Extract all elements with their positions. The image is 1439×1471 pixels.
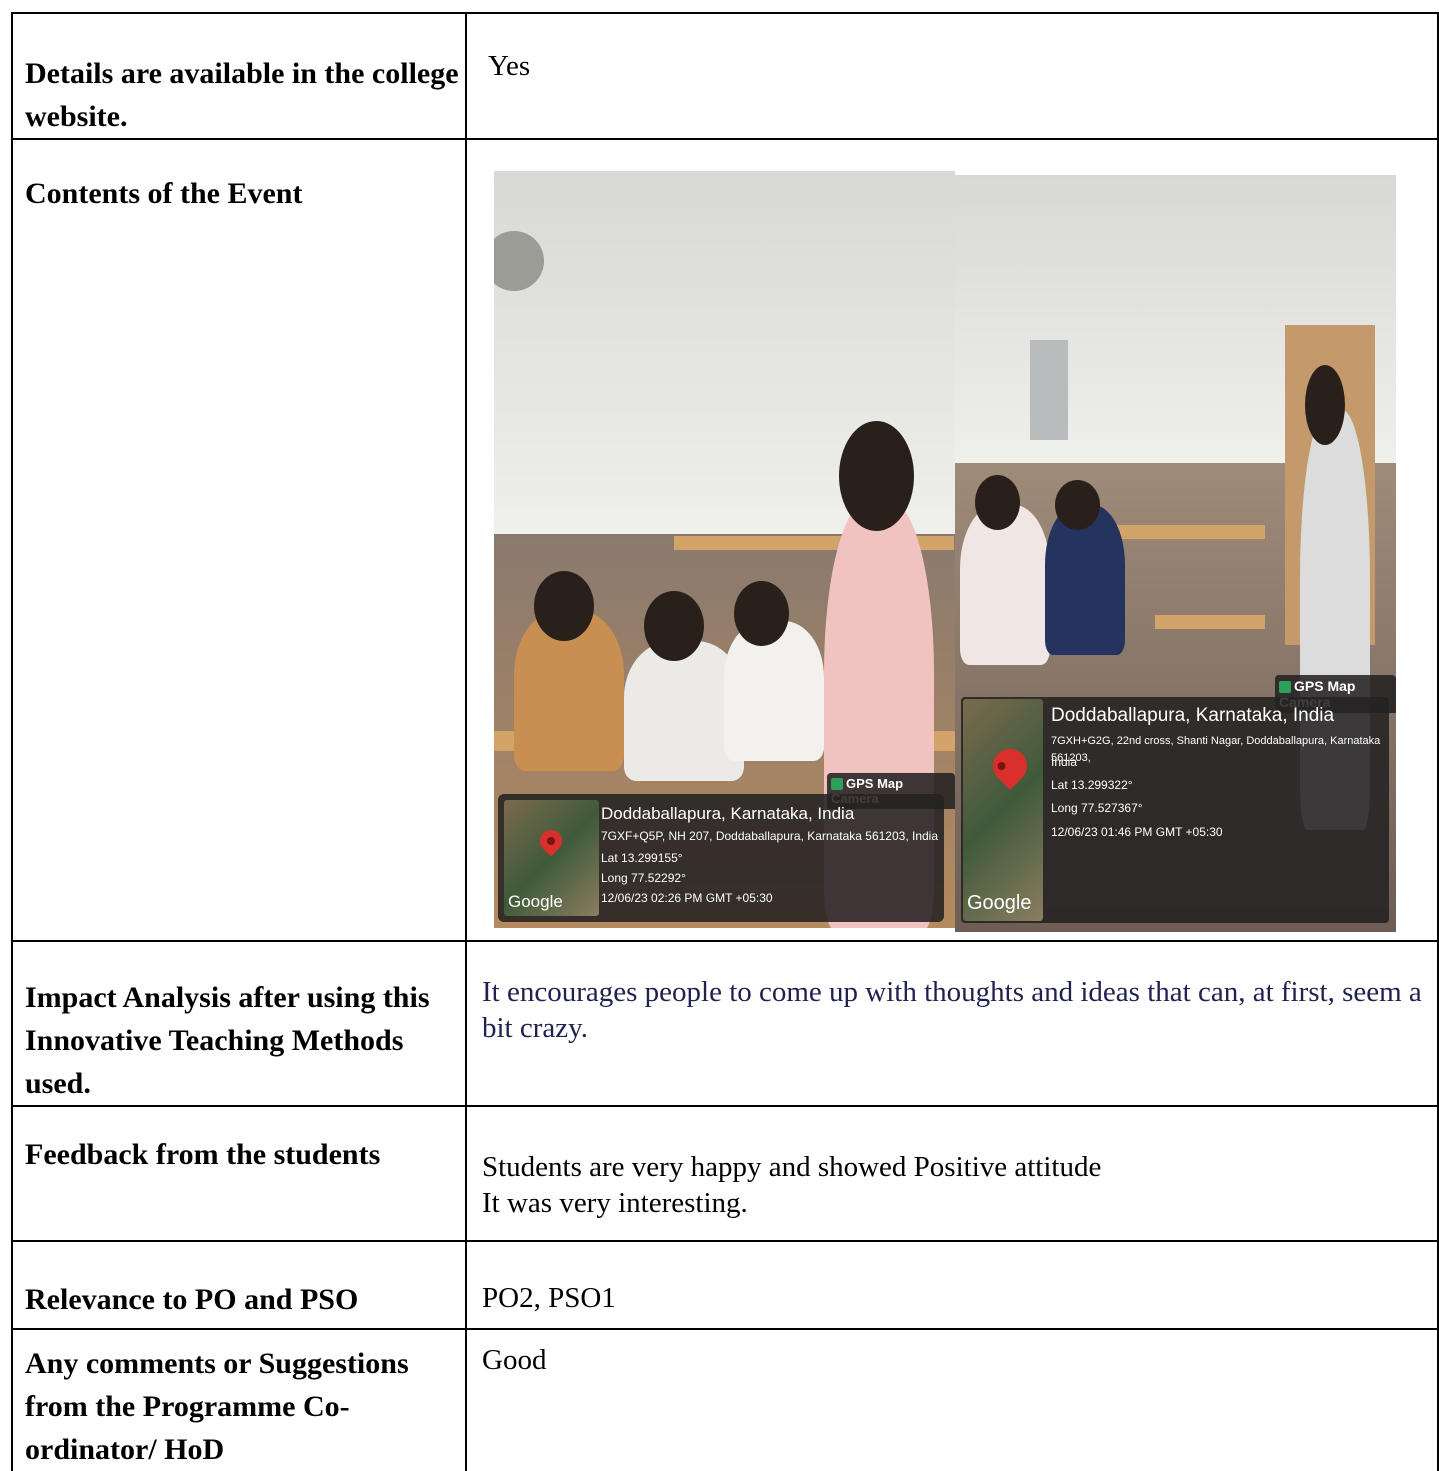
- student-head: [644, 591, 704, 661]
- teacher-head: [839, 421, 914, 531]
- row-label: Contents of the Event: [25, 177, 303, 210]
- row-value-line2: It was very interesting.: [482, 1187, 748, 1219]
- row-label: Details are available in the college web…: [25, 57, 459, 133]
- gps-address: 7GXF+Q5P, NH 207, Doddaballapura, Karnat…: [601, 829, 939, 843]
- gps-timestamp: 12/06/23 02:26 PM GMT +05:30: [601, 891, 773, 905]
- map-pin-icon: [985, 741, 1035, 791]
- table-row: Impact Analysis after using this Innovat…: [11, 940, 1439, 1107]
- gps-longitude: Long 77.52292°: [601, 871, 686, 885]
- row-value: Yes: [488, 50, 531, 82]
- gps-latitude: Lat 13.299155°: [601, 851, 683, 865]
- table-row: Feedback from the students Students are …: [11, 1105, 1439, 1242]
- student-head: [975, 475, 1020, 530]
- table-row: Contents of the Event GPS Map Camera: [11, 138, 1439, 942]
- gps-address-line1: 7GXH+G2G, 22nd cross, Shanti Nagar, Dodd…: [1051, 735, 1381, 764]
- value-cell: Yes: [465, 12, 1439, 140]
- label-cell: Feedback from the students: [11, 1105, 467, 1242]
- value-cell-photos: GPS Map Camera Google Doddaballapura, Ka…: [465, 138, 1439, 942]
- table-row: Relevance to PO and PSO PO2, PSO1: [11, 1240, 1439, 1330]
- student: [960, 505, 1050, 665]
- label-cell: Relevance to PO and PSO: [11, 1240, 467, 1330]
- map-pin-icon: [535, 825, 567, 857]
- row-value: PO2, PSO1: [482, 1282, 616, 1314]
- row-value: Good: [482, 1344, 547, 1376]
- student-head: [1055, 480, 1100, 530]
- label-cell: Any comments or Suggestions from the Pro…: [11, 1328, 467, 1471]
- student-head: [534, 571, 594, 641]
- gps-address-line2: India: [1051, 755, 1078, 769]
- event-photo-2: GPS Map Camera Google Doddaballapura, Ka…: [955, 175, 1396, 932]
- teacher-head: [1305, 365, 1345, 445]
- event-photo-1: GPS Map Camera Google Doddaballapura, Ka…: [494, 171, 955, 928]
- value-cell: Good: [465, 1328, 1439, 1471]
- window: [1030, 340, 1068, 440]
- google-logo: Google: [508, 892, 563, 911]
- gps-latitude: Lat 13.299322°: [1051, 778, 1133, 792]
- gps-longitude: Long 77.527367°: [1051, 801, 1143, 815]
- value-cell: PO2, PSO1: [465, 1240, 1439, 1330]
- desk: [1155, 615, 1265, 629]
- row-value: It encourages people to come up with tho…: [482, 976, 1422, 1044]
- value-cell: Students are very happy and showed Posit…: [465, 1105, 1439, 1242]
- table-row: Details are available in the college web…: [11, 12, 1439, 140]
- row-label: Feedback from the students: [25, 1138, 381, 1171]
- map-thumbnail: Google: [504, 800, 599, 916]
- gps-overlay: Google Doddaballapura, Karnataka, India …: [961, 697, 1389, 923]
- row-label: Relevance to PO and PSO: [25, 1283, 359, 1316]
- row-label: Impact Analysis after using this Innovat…: [25, 981, 430, 1100]
- gps-place: Doddaballapura, Karnataka, India: [601, 804, 855, 823]
- label-cell: Impact Analysis after using this Innovat…: [11, 940, 467, 1107]
- event-details-table: Details are available in the college web…: [11, 12, 1439, 1471]
- student-head: [734, 581, 789, 646]
- row-value-line1: Students are very happy and showed Posit…: [482, 1151, 1102, 1183]
- gps-overlay: Google Doddaballapura, Karnataka, India …: [498, 794, 944, 922]
- google-logo: Google: [967, 892, 1032, 914]
- label-cell: Details are available in the college web…: [11, 12, 467, 140]
- gps-camera-icon: [831, 778, 843, 790]
- row-label: Any comments or Suggestions from the Pro…: [25, 1347, 409, 1466]
- table-row: Any comments or Suggestions from the Pro…: [11, 1328, 1439, 1471]
- gps-timestamp: 12/06/23 01:46 PM GMT +05:30: [1051, 825, 1223, 839]
- label-cell: Contents of the Event: [11, 138, 467, 942]
- value-cell: It encourages people to come up with tho…: [465, 940, 1439, 1107]
- gps-place: Doddaballapura, Karnataka, India: [1051, 705, 1335, 726]
- gps-camera-icon: [1279, 681, 1291, 693]
- map-thumbnail: Google: [963, 699, 1043, 921]
